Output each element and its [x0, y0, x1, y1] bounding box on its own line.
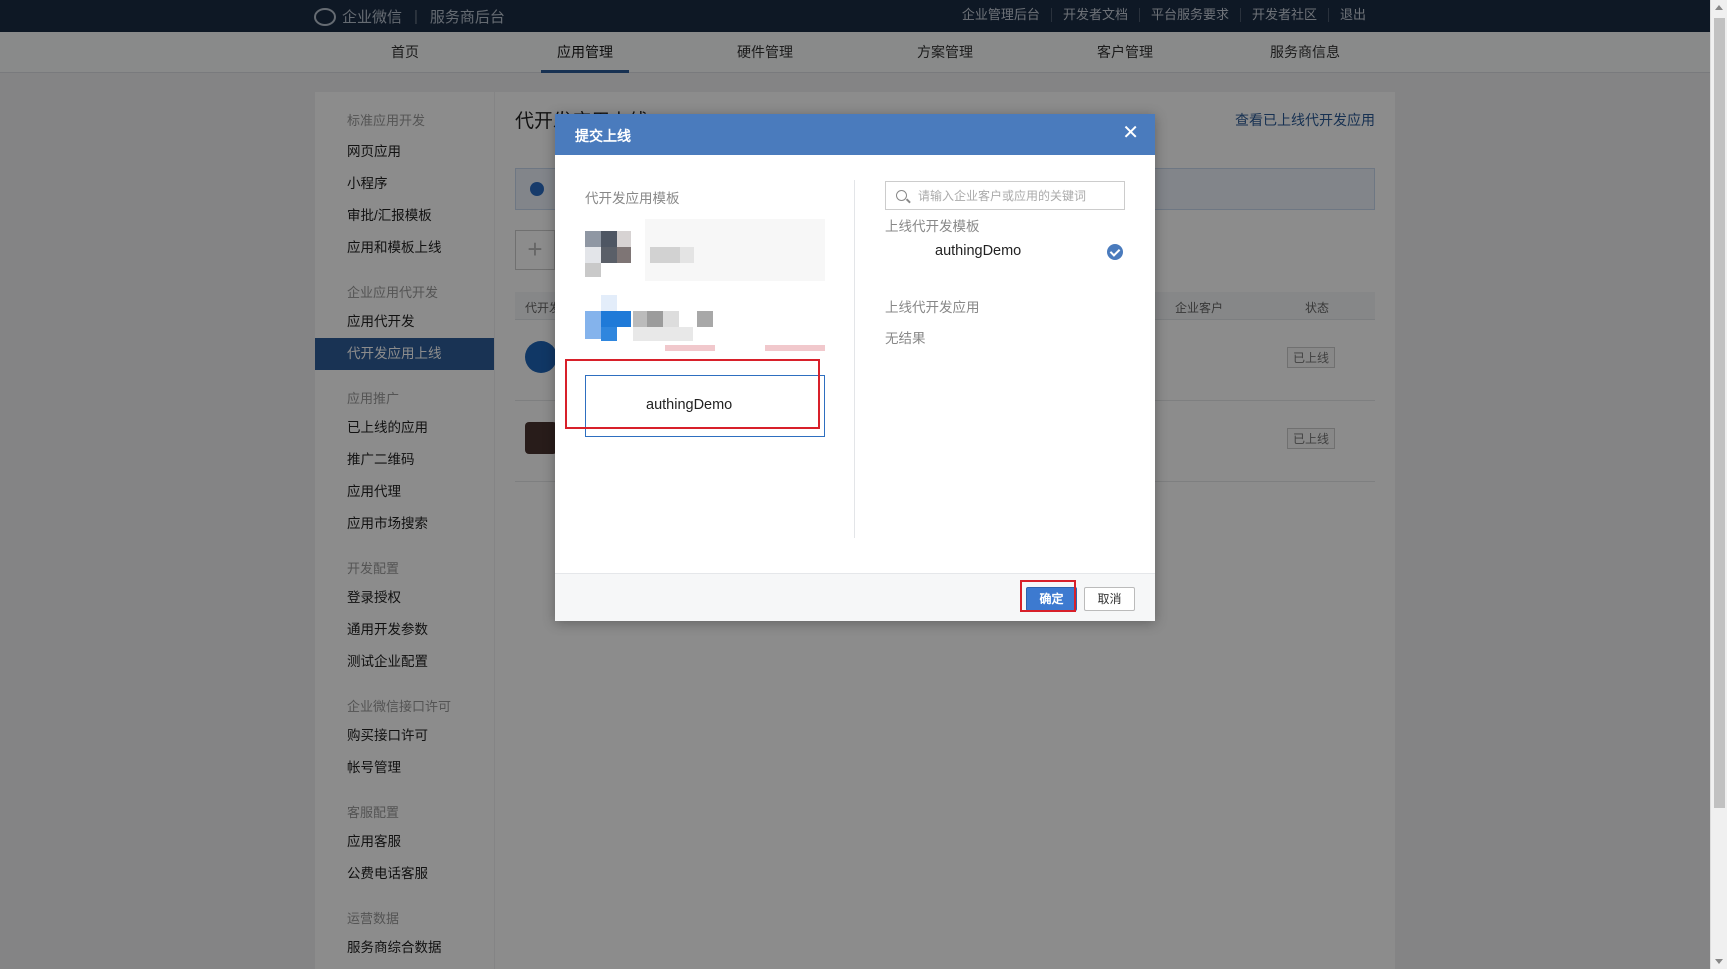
search-icon	[896, 190, 907, 201]
launch-app-label: 上线代开发应用	[885, 300, 980, 315]
check-circle-icon[interactable]	[1107, 244, 1123, 260]
search-input[interactable]	[918, 186, 1118, 206]
dialog-title: 提交上线	[575, 128, 631, 144]
blurred-template-item[interactable]	[585, 295, 825, 357]
dialog-header: 提交上线 ✕	[555, 114, 1155, 155]
scroll-down-icon[interactable]	[1715, 959, 1723, 964]
selection-column: 上线代开发模板 authingDemo 上线代开发应用 无结果	[855, 155, 1155, 573]
selected-template-name: authingDemo	[935, 243, 1022, 259]
highlight-box	[1020, 580, 1076, 612]
highlight-box	[565, 359, 820, 429]
cancel-button[interactable]: 取消	[1084, 587, 1135, 611]
submit-launch-dialog: 提交上线 ✕ 代开发应用模板 authingDemo 请输入企业客户或应用的关键…	[555, 114, 1155, 621]
scrollbar-thumb[interactable]	[1714, 18, 1725, 808]
close-icon[interactable]: ✕	[1122, 122, 1139, 144]
selected-template-item[interactable]: authingDemo	[885, 229, 1125, 273]
search-box[interactable]	[885, 181, 1125, 210]
no-results-text: 无结果	[885, 331, 926, 346]
blurred-template-item[interactable]	[585, 219, 825, 281]
page-scrollbar[interactable]	[1710, 0, 1727, 969]
template-list-label: 代开发应用模板	[585, 191, 680, 206]
scroll-up-icon[interactable]	[1715, 5, 1723, 10]
